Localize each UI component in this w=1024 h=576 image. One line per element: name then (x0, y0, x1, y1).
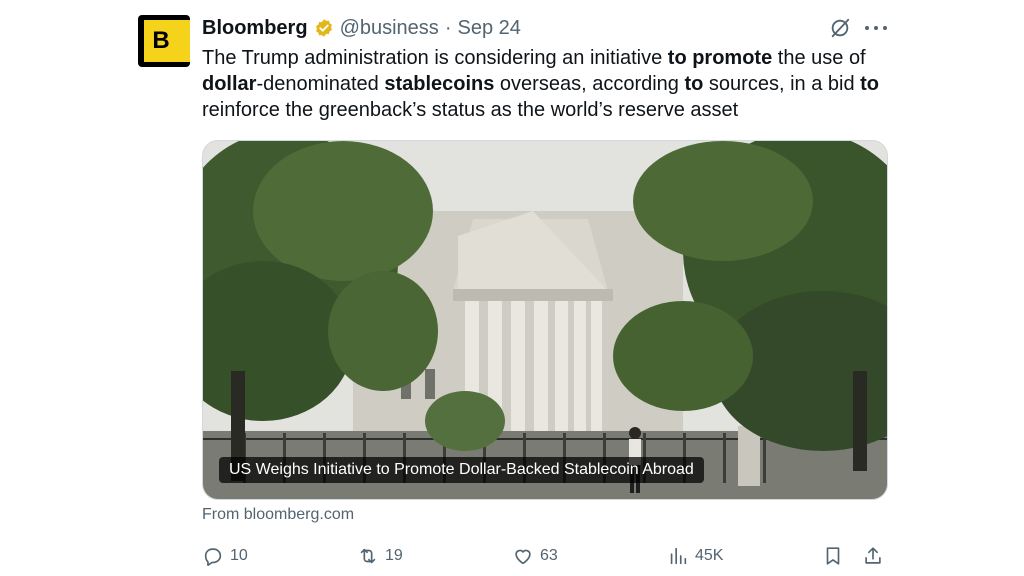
grok-icon[interactable] (829, 17, 851, 39)
tweet-text-bold-segment: to promote (667, 47, 773, 69)
link-card-image[interactable] (202, 140, 888, 500)
repost-count: 19 (385, 547, 403, 564)
like-icon (515, 549, 531, 565)
tweet-text-segment: -denominated (256, 73, 385, 95)
tweet-text-segment: sources, in a bid (703, 73, 861, 95)
like-count: 63 (540, 547, 558, 564)
repost-icon (360, 548, 376, 564)
share-button[interactable] (862, 540, 890, 572)
tweet-text-bold-segment: to (860, 73, 880, 95)
tweet-text-segment: the use of (772, 47, 872, 69)
author-handle[interactable]: @business (340, 17, 439, 40)
more-icon[interactable] (865, 18, 887, 38)
bookmark-button[interactable] (822, 540, 850, 572)
bookmark-icon (826, 547, 840, 565)
verified-badge-icon[interactable] (314, 18, 334, 38)
tweet-text-segment: overseas, according (494, 73, 685, 95)
tweet-text-segment: The Trump administration is considering … (202, 47, 668, 69)
card-source[interactable]: From bloomberg.com (202, 506, 354, 524)
tweet-text-bold-segment: dollar (202, 73, 257, 95)
separator-dot: · (444, 16, 452, 39)
action-bar: 10 19 63 45K (202, 540, 892, 572)
views-button[interactable]: 45K (667, 540, 723, 572)
author-name[interactable]: Bloomberg (202, 17, 308, 40)
avatar-logo: B (144, 20, 190, 62)
post-date[interactable]: Sep 24 (457, 17, 520, 40)
card-caption[interactable]: US Weighs Initiative to Promote Dollar-B… (219, 457, 704, 483)
avatar[interactable]: B (138, 15, 190, 67)
tweet-text-bold-segment: to (684, 73, 704, 95)
reply-button[interactable]: 10 (202, 540, 248, 572)
treasury-building-photo (203, 141, 887, 499)
avatar-letter: B (152, 27, 170, 54)
like-button[interactable]: 63 (512, 540, 558, 572)
tweet-header: Bloomberg @business · Sep 24 (202, 14, 521, 42)
reply-count: 10 (230, 547, 248, 564)
repost-button[interactable]: 19 (357, 540, 403, 572)
tweet-text-bold-segment: stablecoins (384, 73, 495, 95)
views-icon (670, 547, 687, 565)
tweet-text: The Trump administration is considering … (202, 45, 902, 123)
reply-icon (204, 548, 222, 566)
share-icon (865, 547, 881, 564)
view-count: 45K (695, 547, 724, 564)
